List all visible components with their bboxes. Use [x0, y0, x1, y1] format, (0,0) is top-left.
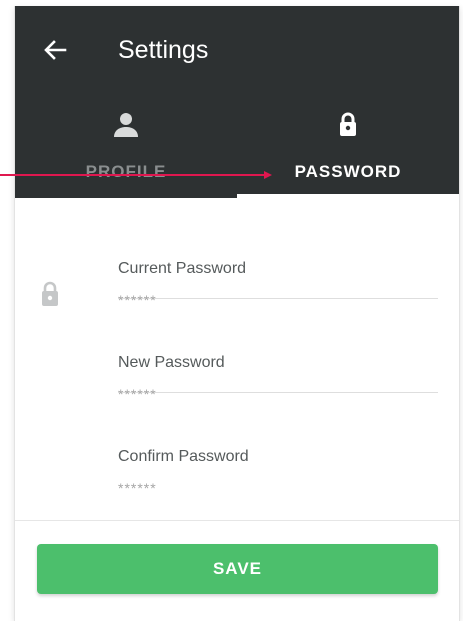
password-form: Current Password ****** New Password ***…	[15, 198, 459, 520]
settings-screen: Settings PROFILE PASSWORD Current Passwo…	[14, 6, 460, 621]
current-password-field[interactable]: Current Password ******	[118, 204, 438, 308]
annotation-arrow	[0, 171, 272, 179]
new-password-label: New Password	[118, 354, 225, 371]
arrow-left-icon	[44, 40, 67, 60]
tab-profile[interactable]: PROFILE	[15, 102, 237, 198]
new-password-field[interactable]: New Password ******	[118, 298, 438, 402]
confirm-password-field[interactable]: Confirm Password ******	[118, 392, 438, 496]
page-title: Settings	[118, 36, 209, 64]
tab-password[interactable]: PASSWORD	[237, 102, 459, 198]
current-password-label: Current Password	[118, 260, 247, 277]
lock-icon	[340, 112, 356, 136]
person-icon	[114, 113, 138, 137]
divider	[15, 520, 459, 521]
save-button[interactable]: SAVE	[37, 544, 438, 594]
confirm-password-value: ******	[118, 480, 157, 496]
lock-icon	[42, 281, 58, 306]
confirm-password-label: Confirm Password	[118, 448, 249, 465]
back-button[interactable]	[39, 34, 71, 66]
